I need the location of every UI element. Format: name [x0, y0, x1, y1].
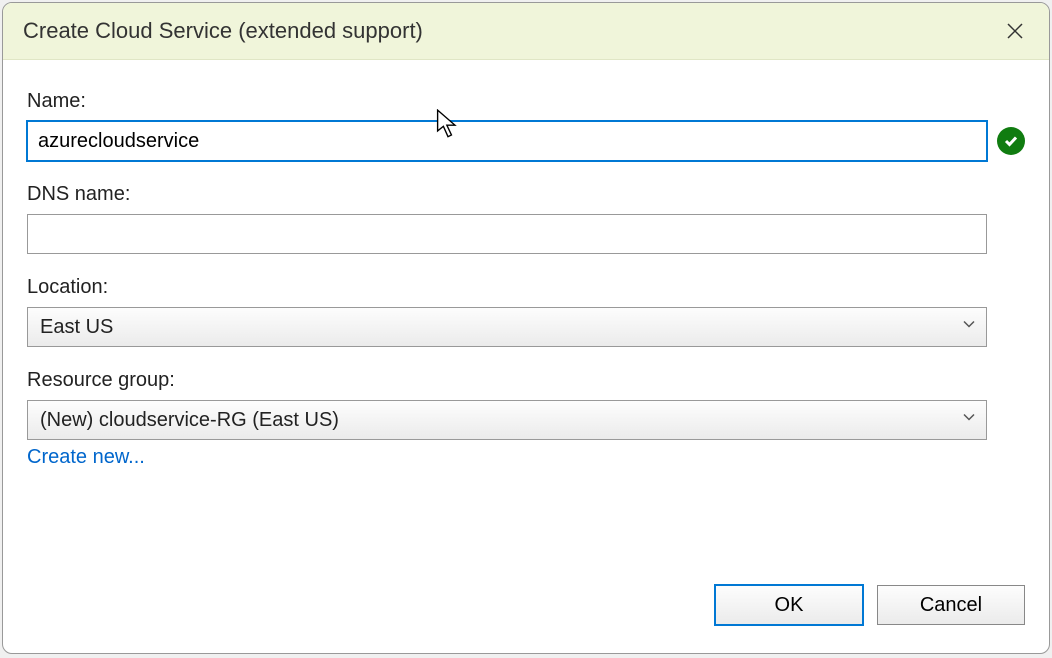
create-new-link[interactable]: Create new...	[27, 446, 145, 469]
location-label: Location:	[27, 276, 1025, 299]
resource-group-field-group: Resource group: (New) cloudservice-RG (E…	[27, 369, 1025, 469]
resource-group-select[interactable]: (New) cloudservice-RG (East US)	[27, 400, 987, 440]
dialog-content: Name: DNS name: Location: East US	[3, 60, 1049, 585]
name-label: Name:	[27, 90, 1025, 113]
location-select[interactable]: East US	[27, 307, 987, 347]
close-button[interactable]	[1001, 17, 1029, 45]
resource-group-label: Resource group:	[27, 369, 1025, 392]
dialog-title: Create Cloud Service (extended support)	[23, 18, 423, 44]
cancel-button[interactable]: Cancel	[877, 585, 1025, 625]
validation-success-icon	[997, 127, 1025, 155]
resource-group-value: (New) cloudservice-RG (East US)	[40, 409, 339, 432]
dns-input[interactable]	[27, 214, 987, 254]
name-field-group: Name:	[27, 90, 1025, 161]
name-input-row	[27, 121, 1025, 161]
dns-input-row	[27, 214, 1025, 254]
location-value: East US	[40, 316, 113, 339]
create-cloud-service-dialog: Create Cloud Service (extended support) …	[2, 2, 1050, 654]
close-icon	[1005, 21, 1025, 41]
button-row: OK Cancel	[3, 585, 1049, 653]
chevron-down-icon	[962, 318, 976, 337]
location-field-group: Location: East US	[27, 276, 1025, 347]
dns-field-group: DNS name:	[27, 183, 1025, 254]
ok-button[interactable]: OK	[715, 585, 863, 625]
dns-label: DNS name:	[27, 183, 1025, 206]
chevron-down-icon	[962, 411, 976, 430]
name-input[interactable]	[27, 121, 987, 161]
titlebar: Create Cloud Service (extended support)	[3, 3, 1049, 60]
